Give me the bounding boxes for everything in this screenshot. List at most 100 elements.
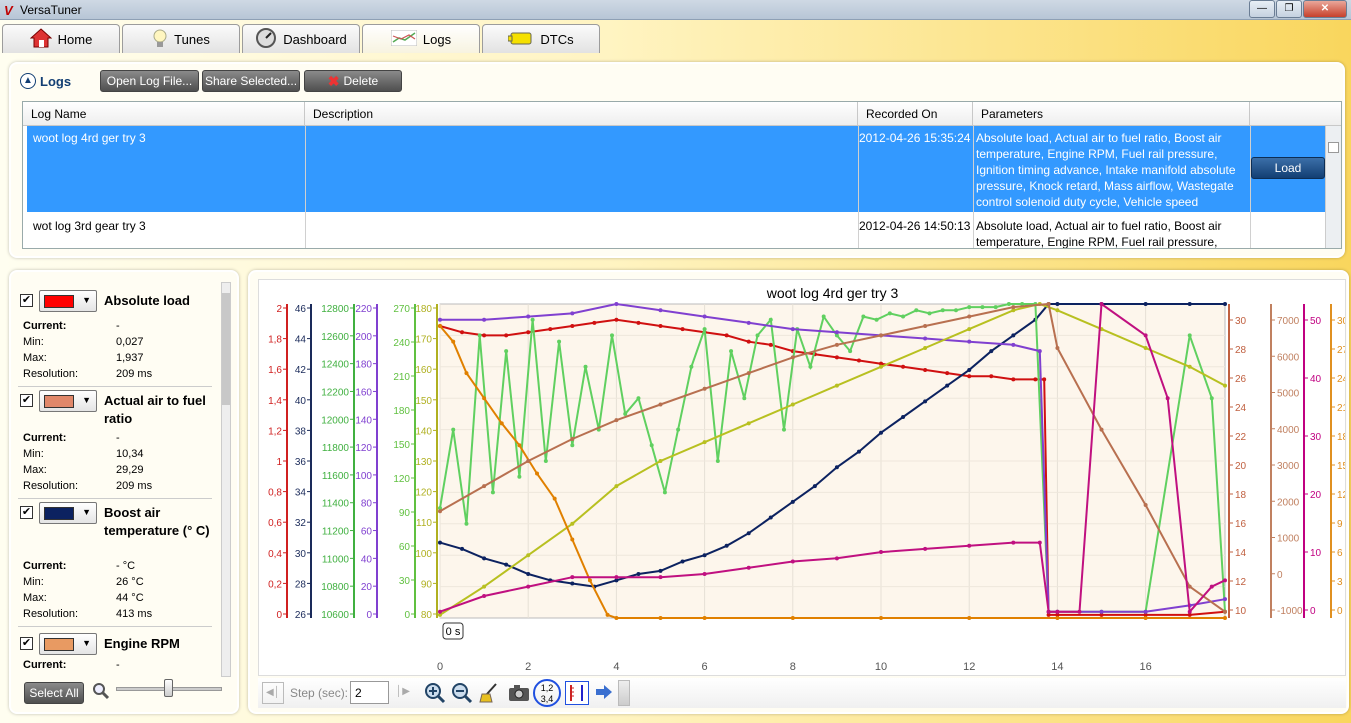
data-point	[658, 402, 663, 407]
share-selected-button[interactable]: Share Selected...	[202, 70, 300, 92]
minimize-button[interactable]: ―	[1249, 0, 1275, 18]
left-axis-tick-label: 180	[415, 304, 432, 315]
color-picker[interactable]: ▼	[39, 633, 97, 655]
data-point	[993, 305, 998, 310]
tab-logs[interactable]: Logs	[362, 24, 480, 53]
tab-dashboard[interactable]: Dashboard	[242, 24, 360, 53]
title-bar: V VersaTuner ― ❐ ✕	[0, 0, 1351, 20]
broom-icon[interactable]	[478, 682, 500, 707]
left-axis-tick-label: 1,8	[268, 335, 282, 346]
data-point	[658, 568, 663, 573]
zoom-slider-thumb[interactable]	[164, 679, 173, 697]
column-header-description[interactable]: Description	[305, 102, 858, 126]
data-point	[879, 550, 884, 555]
data-point	[1223, 578, 1227, 583]
data-point	[1223, 302, 1227, 306]
column-header-log-name[interactable]: Log Name	[23, 102, 305, 126]
data-point	[781, 427, 786, 432]
data-point	[583, 364, 588, 369]
data-point	[526, 314, 531, 319]
vertical-axis-toggle-icon[interactable]	[565, 681, 589, 705]
tab-dtcs[interactable]: DTCs	[482, 24, 600, 53]
data-point	[967, 616, 972, 620]
select-all-button[interactable]: Select All	[24, 682, 84, 704]
data-point	[526, 459, 531, 463]
left-axis-tick-label: 0,8	[268, 488, 282, 499]
data-point	[1209, 584, 1214, 589]
chart-area: woot log 4rd ger try 3 0 2 4 6 8 10 12 14 16 2 1,8 1…	[258, 279, 1349, 676]
parameters-scrollbar[interactable]	[221, 282, 231, 677]
data-point	[790, 355, 795, 360]
tab-tunes[interactable]: Tunes	[122, 24, 240, 53]
parameter-checkbox[interactable]: ✔	[20, 394, 33, 407]
table-row-selected[interactable]: woot log 4rd ger try 3 2012-04-26 15:35:…	[27, 126, 1327, 212]
step-back-button[interactable]: ◀│	[262, 682, 284, 704]
left-axis-tick-label: 160	[415, 365, 432, 376]
camera-icon[interactable]	[508, 683, 530, 706]
data-point	[1143, 345, 1148, 350]
data-point	[1055, 609, 1060, 614]
right-axis-tick-label: 30	[1310, 432, 1322, 443]
left-axis-tick-label: 26	[295, 610, 307, 621]
data-point	[636, 572, 641, 577]
right-axis-tick-label: 3	[1337, 577, 1343, 588]
data-point	[1011, 377, 1016, 382]
step-input[interactable]	[350, 681, 389, 704]
data-point	[1011, 305, 1016, 310]
parameter-checkbox[interactable]: ✔	[20, 637, 33, 650]
open-log-file-button[interactable]: Open Log File...	[100, 70, 199, 92]
parameter-checkbox[interactable]: ✔	[20, 294, 33, 307]
scroll-thumb[interactable]	[1328, 142, 1339, 153]
parameter-checkbox[interactable]: ✔	[20, 506, 33, 519]
maximize-button[interactable]: ❐	[1276, 0, 1302, 18]
right-axis-tick-label: 10	[1235, 606, 1247, 617]
parameter-name: Engine RPM	[104, 636, 180, 651]
cursor-label: 0 s	[446, 626, 461, 638]
collapse-icon[interactable]: ▲	[20, 73, 36, 89]
close-button[interactable]: ✕	[1303, 0, 1347, 18]
data-point	[1042, 377, 1047, 382]
left-axis-tick-label: 12200	[321, 387, 349, 398]
left-axis-tick-label: 40	[295, 396, 307, 407]
right-axis-tick-label: 30	[1235, 316, 1247, 327]
left-axis-tick-label: 0,4	[268, 549, 282, 560]
data-point	[702, 386, 707, 391]
data-point	[1046, 609, 1051, 614]
column-header-recorded-on[interactable]: Recorded On	[858, 102, 973, 126]
data-point	[1055, 345, 1060, 350]
data-point	[680, 327, 685, 332]
logs-scrollbar[interactable]	[1325, 126, 1341, 248]
data-point	[702, 440, 707, 445]
left-axis-tick-label: 150	[415, 396, 432, 407]
color-picker[interactable]: ▼	[39, 390, 97, 412]
data-point	[1223, 597, 1227, 602]
load-button[interactable]: Load	[1251, 157, 1325, 179]
color-picker[interactable]: ▼	[39, 502, 97, 524]
left-axis-tick-label: 0,2	[268, 579, 282, 590]
data-point	[517, 474, 522, 479]
data-point	[901, 314, 906, 319]
step-label: Step (sec):	[290, 686, 349, 700]
layout-grid-button[interactable]: 1,2 3,4	[533, 679, 561, 707]
delete-button[interactable]: ✖ Delete	[304, 70, 402, 92]
left-axis-tick-label: 32	[295, 518, 307, 529]
color-picker[interactable]: ▼	[39, 290, 97, 312]
right-axis-tick-label: 3000	[1277, 461, 1300, 472]
cell-parameters: Absolute load, Actual air to fuel ratio,…	[976, 219, 1222, 249]
data-point	[967, 327, 972, 332]
zoom-out-icon[interactable]	[451, 682, 473, 707]
zoom-in-icon[interactable]	[424, 682, 446, 707]
data-point	[1099, 302, 1104, 306]
left-axis-tick-label: 120	[355, 443, 372, 454]
log-chart[interactable]: woot log 4rd ger try 30 2 4 6 8 10 12 14 1621,81…	[259, 280, 1348, 675]
step-forward-button[interactable]: │▶	[392, 682, 414, 704]
left-axis-tick-label: 100	[415, 549, 432, 560]
data-point	[1223, 616, 1227, 620]
tab-home[interactable]: Home	[2, 24, 120, 53]
arrow-right-icon[interactable]	[595, 684, 613, 703]
column-header-parameters[interactable]: Parameters	[973, 102, 1250, 126]
gauge-icon	[255, 27, 277, 52]
toolbar-overflow-button[interactable]	[618, 680, 630, 706]
left-axis-tick-label: 12800	[321, 304, 349, 315]
data-point	[742, 396, 747, 401]
